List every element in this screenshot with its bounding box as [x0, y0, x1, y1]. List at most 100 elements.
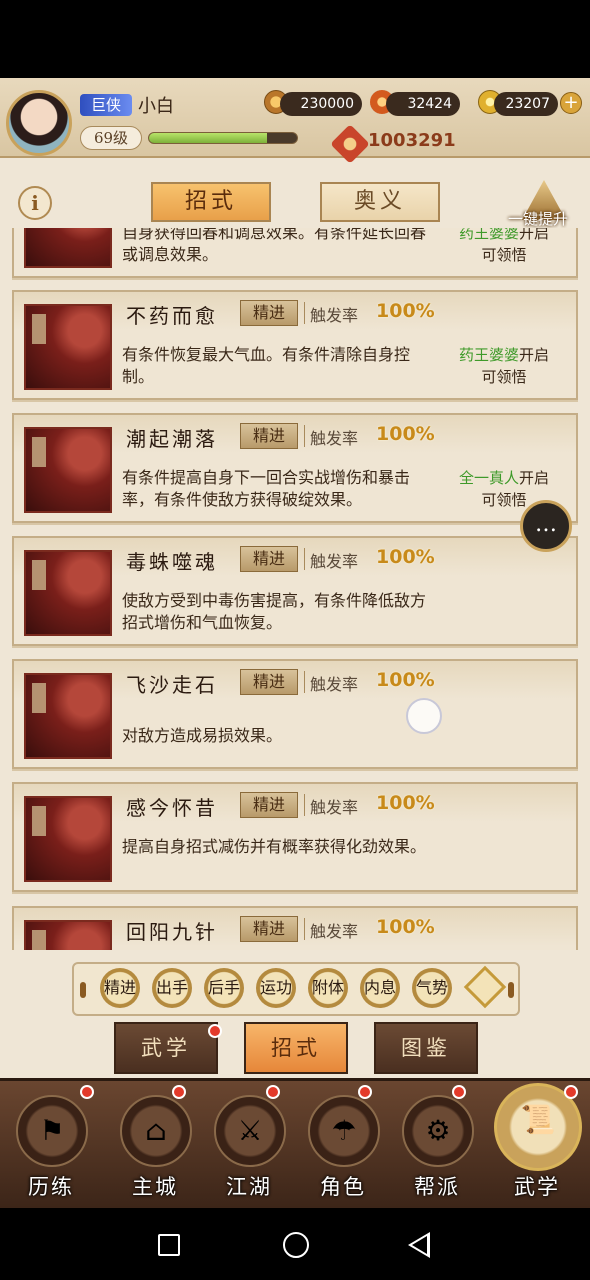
game-screen: 巨侠 小白 69级 230000 32424 23207 + 1003291 i… — [0, 78, 590, 1208]
info-button[interactable]: i — [18, 186, 52, 220]
nav-jianghu[interactable]: ⚔ 江湖 — [204, 1089, 294, 1205]
subtab-moves[interactable]: 招式 — [244, 1022, 348, 1074]
tab-secrets[interactable]: 奥义 — [320, 182, 440, 222]
skill-description: 使敌方受到中毒伤害提高，有条件降低敌方招式增伤和气血恢复。 — [122, 591, 427, 632]
trigger-label: 触发率 — [310, 922, 359, 941]
tab-moves[interactable]: 招式 — [151, 182, 271, 222]
bar-end-left — [80, 982, 86, 998]
skill-name: 不药而愈 — [126, 304, 218, 328]
trigger-rate: 100% — [376, 300, 435, 322]
skill-card[interactable]: 潮起潮落 精进 触发率 100% 有条件提高自身下一回合实战增伤和暴击率，有条件… — [12, 413, 578, 523]
refine-badge[interactable]: 精进 — [240, 792, 298, 818]
skill-card[interactable]: 自身获得回春和调息效果。有条件延长回春或调息效果。 药王婆婆开启 可领悟 — [12, 228, 578, 278]
divider — [304, 794, 305, 816]
trigger-rate: 100% — [376, 423, 435, 445]
nav-martial-arts[interactable]: 📜 武学 — [492, 1083, 582, 1205]
skill-thumbnail — [24, 796, 112, 882]
skill-card[interactable]: 毒蛛噬魂 精进 触发率 100% 使敌方受到中毒伤害提高，有条件降低敌方招式增伤… — [12, 536, 578, 646]
notification-dot — [80, 1085, 94, 1099]
trigger-label: 触发率 — [310, 798, 359, 817]
refine-badge[interactable]: 精进 — [240, 916, 298, 942]
skill-card[interactable]: 飞沙走石 精进 触发率 100% 对敌方造成易损效果。 — [12, 659, 578, 769]
nav-label: 江湖 — [226, 1175, 272, 1199]
level-pill: 69级 — [80, 126, 142, 150]
unlock-line2: 可领悟 — [481, 491, 527, 509]
player-name: 小白 — [138, 96, 174, 117]
refine-badge[interactable]: 精进 — [240, 423, 298, 449]
skill-thumbnail — [24, 550, 112, 636]
refine-badge[interactable]: 精进 — [240, 300, 298, 326]
nav-label: 武学 — [514, 1175, 560, 1199]
filter-inner-breath[interactable]: 内息 — [360, 968, 400, 1008]
guild-icon: ⚙ — [402, 1095, 474, 1167]
refine-badge[interactable]: 精进 — [240, 546, 298, 572]
add-currency-button[interactable]: + — [560, 92, 582, 114]
trigger-label: 触发率 — [310, 429, 359, 448]
filter-counter[interactable]: 后手 — [204, 968, 244, 1008]
nav-guild[interactable]: ⚙ 帮派 — [392, 1089, 482, 1205]
unlock-npc: 药王婆婆 — [458, 228, 519, 242]
power-icon — [330, 124, 370, 164]
avatar[interactable] — [6, 90, 72, 156]
filter-qigong[interactable]: 运功 — [256, 968, 296, 1008]
subtab-martial[interactable]: 武学 — [114, 1022, 218, 1074]
bar-end-right — [508, 982, 514, 998]
nav-trial[interactable]: ⚑ 历练 — [6, 1089, 96, 1205]
filter-refine[interactable]: 精进 — [100, 968, 140, 1008]
unlock-line2: 可领悟 — [481, 368, 527, 386]
skill-card[interactable]: 感今怀昔 精进 触发率 100% 提高自身招式减伤并有概率获得化劲效果。 — [12, 782, 578, 892]
skill-description: 提高自身招式减伤并有概率获得化劲效果。 — [122, 837, 427, 856]
touch-indicator — [406, 698, 442, 734]
subtab-codex[interactable]: 图鉴 — [374, 1022, 478, 1074]
skill-thumbnail — [24, 920, 112, 950]
skill-list[interactable]: 自身获得回春和调息效果。有条件延长回春或调息效果。 药王婆婆开启 可领悟 不药而… — [0, 228, 590, 950]
divider — [304, 918, 305, 940]
trigger-rate: 100% — [376, 792, 435, 814]
nav-label: 帮派 — [414, 1175, 460, 1199]
home-icon[interactable] — [283, 1232, 309, 1258]
back-icon[interactable] — [408, 1232, 430, 1258]
filter-bar: 精进 出手 后手 运功 附体 内息 气势 — [72, 962, 520, 1016]
character-icon: ☂ — [308, 1095, 380, 1167]
notification-dot — [266, 1085, 280, 1099]
divider — [304, 302, 305, 324]
skill-card[interactable]: 回阳九针 精进 触发率 100% — [12, 906, 578, 950]
nav-label: 历练 — [28, 1175, 74, 1199]
filter-possess[interactable]: 附体 — [308, 968, 348, 1008]
unlock-suffix: 开启 — [519, 228, 550, 242]
unlock-line2: 可领悟 — [481, 246, 527, 264]
gold-amount: 23207 — [494, 92, 558, 116]
skill-thumbnail — [24, 673, 112, 759]
nav-city[interactable]: ⌂ 主城 — [110, 1089, 200, 1205]
trigger-label: 触发率 — [310, 675, 359, 694]
exp-bar — [148, 132, 298, 144]
notification-dot — [208, 1024, 222, 1038]
nav-character[interactable]: ☂ 角色 — [298, 1089, 388, 1205]
divider — [304, 425, 305, 447]
skill-thumbnail — [24, 228, 112, 268]
skill-name: 感今怀昔 — [126, 796, 218, 820]
skill-card[interactable]: 不药而愈 精进 触发率 100% 有条件恢复最大气血。有条件清除自身控制。 药王… — [12, 290, 578, 400]
filter-momentum[interactable]: 气势 — [412, 968, 452, 1008]
jianghu-icon: ⚔ — [214, 1095, 286, 1167]
chat-bubble-icon[interactable]: … — [520, 500, 572, 552]
unlock-npc: 药王婆婆 — [458, 346, 519, 364]
expand-diamond-icon[interactable] — [463, 965, 507, 1009]
unlock-info: 药王婆婆开启 可领悟 — [444, 344, 564, 388]
exp-fill — [149, 133, 268, 143]
skill-name: 飞沙走石 — [126, 673, 218, 697]
filter-attack[interactable]: 出手 — [152, 968, 192, 1008]
skill-description: 有条件恢复最大气血。有条件清除自身控制。 — [122, 345, 411, 386]
unlock-suffix: 开启 — [519, 346, 550, 364]
trigger-rate: 100% — [376, 916, 435, 938]
skill-name: 回阳九针 — [126, 920, 218, 944]
refine-badge[interactable]: 精进 — [240, 669, 298, 695]
notification-dot — [172, 1085, 186, 1099]
power-value: 1003291 — [368, 130, 456, 151]
skill-description: 对敌方造成易损效果。 — [122, 726, 283, 745]
recent-apps-icon[interactable] — [158, 1234, 180, 1256]
onekey-upgrade-button[interactable]: 一键提升 — [508, 208, 568, 229]
divider — [304, 548, 305, 570]
skill-name: 潮起潮落 — [126, 427, 218, 451]
system-nav-bar — [0, 1208, 590, 1280]
